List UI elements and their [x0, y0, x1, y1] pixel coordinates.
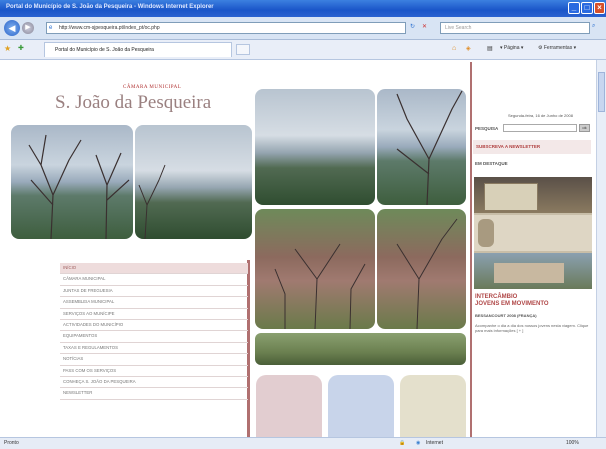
- intercambio-blurb: Acompanhe o dia a dia dos nossos jovens …: [475, 323, 589, 334]
- site-search-label: PESQUISA: [475, 126, 499, 131]
- menu-item-equipamentos[interactable]: Equipamentos: [60, 331, 248, 343]
- menu-item-newsletter[interactable]: Newsletter: [60, 388, 248, 400]
- forward-button[interactable]: ▶: [22, 22, 34, 34]
- banner-figure: [478, 219, 494, 247]
- page-menu-label: Página: [503, 45, 520, 51]
- search-box[interactable]: Live Search: [440, 22, 590, 34]
- photo-mountains-left: [135, 125, 252, 239]
- menu-item-juntas[interactable]: Juntas de Freguesia: [60, 286, 248, 298]
- search-placeholder: Live Search: [445, 25, 472, 31]
- new-tab-button[interactable]: [236, 44, 250, 55]
- status-bar: Pronto 🔒 ◉ Internet 100%: [0, 437, 606, 449]
- intercambio-title[interactable]: INTERCÂMBIO: [475, 294, 517, 300]
- logo-subtitle: CÂMARA MUNICIPAL: [123, 85, 182, 90]
- photo-grid-top-left: [255, 89, 375, 205]
- add-favorite-icon[interactable]: ✚: [18, 44, 24, 52]
- photo-grid-bottom-left: [255, 209, 375, 329]
- photo-trees-left: [11, 125, 133, 239]
- feeds-icon[interactable]: ◈: [466, 45, 471, 52]
- refresh-icon[interactable]: ↻: [410, 23, 415, 30]
- menu-item-pass[interactable]: Pass com os Serviços: [60, 366, 248, 377]
- back-button[interactable]: ◀: [4, 20, 20, 36]
- menu-item-servicos[interactable]: Serviços ao Munícipe: [60, 309, 248, 320]
- tools-menu-label: Ferramentas: [543, 45, 573, 51]
- zoom-level[interactable]: 100%: [566, 440, 579, 446]
- highlight-banner[interactable]: [474, 177, 592, 289]
- internet-zone-icon: ◉: [416, 440, 421, 446]
- minimize-button[interactable]: _: [568, 2, 580, 14]
- tab-toolbar: ★ ✚ Portal do Município de S. João da Pe…: [0, 40, 606, 60]
- maximize-button[interactable]: □: [581, 2, 593, 14]
- menu-item-camara[interactable]: Câmara Municipal: [60, 274, 248, 286]
- favorites-star-icon[interactable]: ★: [4, 44, 11, 53]
- ie-page-icon: e: [49, 25, 53, 31]
- tab-title: Portal do Município de S. João da Pesque…: [55, 47, 154, 53]
- address-text: http://www.cm-sjpesqueira.pt/index_pt/oc…: [59, 25, 160, 31]
- status-text: Pronto: [4, 440, 19, 446]
- site-search-input[interactable]: [503, 124, 577, 132]
- site-search-button[interactable]: ok: [579, 124, 590, 132]
- search-go-icon[interactable]: ⌕: [592, 23, 595, 30]
- window-title: Portal do Município de S. João da Pesque…: [6, 4, 214, 10]
- print-icon[interactable]: ▤: [487, 45, 493, 52]
- site-logo[interactable]: S. João da Pesqueira: [55, 92, 211, 114]
- tab-active[interactable]: Portal do Município de S. João da Pesque…: [44, 42, 232, 57]
- highlight-heading: EM DESTAQUE: [475, 161, 508, 166]
- feature-box-pink[interactable]: [256, 375, 322, 437]
- internet-zone-label: Internet: [426, 440, 443, 446]
- page-menu[interactable]: ▾ Página ▾: [500, 45, 523, 51]
- stop-icon[interactable]: ✕: [422, 23, 427, 30]
- jovens-title[interactable]: JOVENS EM MOVIMENTO: [475, 301, 549, 307]
- status-lock-icon: 🔒: [399, 440, 406, 446]
- newsletter-link[interactable]: SUBSCREVA A NEWSLETTER: [473, 140, 591, 154]
- close-button[interactable]: ×: [594, 2, 605, 14]
- menu-item-inicio[interactable]: Início: [60, 263, 248, 275]
- home-icon[interactable]: ⌂: [452, 45, 456, 52]
- menu-item-assembleia[interactable]: Assembleia Municipal: [60, 297, 248, 309]
- feature-box-blue[interactable]: [328, 375, 394, 437]
- address-toolbar: ◀ ▶ e http://www.cm-sjpesqueira.pt/index…: [0, 17, 606, 40]
- photo-grid-top-right: [377, 89, 466, 205]
- banner-building: [484, 183, 538, 211]
- tools-menu[interactable]: ⚙ Ferramentas ▾: [538, 45, 576, 51]
- menu-item-noticias[interactable]: Notícias: [60, 354, 248, 366]
- feature-box-beige[interactable]: [400, 375, 466, 437]
- right-column-border: [470, 62, 472, 437]
- menu-item-conheca[interactable]: Conheça S. João da Pesqueira: [60, 377, 248, 389]
- menu-item-actividades[interactable]: Actividades do Município: [60, 320, 248, 332]
- banner-house: [494, 263, 564, 283]
- photo-grid-bottom-right: [377, 209, 466, 329]
- vertical-scrollbar[interactable]: [596, 60, 606, 437]
- address-bar[interactable]: e http://www.cm-sjpesqueira.pt/index_pt/…: [46, 22, 406, 34]
- photo-grass-strip: [255, 333, 466, 365]
- window-titlebar: Portal do Município de S. João da Pesque…: [0, 0, 606, 17]
- main-menu: Início Câmara Municipal Juntas de Fregue…: [60, 263, 248, 400]
- current-date: Segunda-feira, 16 de Junho de 2008: [508, 113, 573, 118]
- menu-item-taxas[interactable]: Taxas e Regulamentos: [60, 343, 248, 355]
- scrollbar-thumb[interactable]: [598, 72, 605, 112]
- besancourt-subtitle: BESSANCOURT 2008 (FRANÇA): [475, 313, 537, 318]
